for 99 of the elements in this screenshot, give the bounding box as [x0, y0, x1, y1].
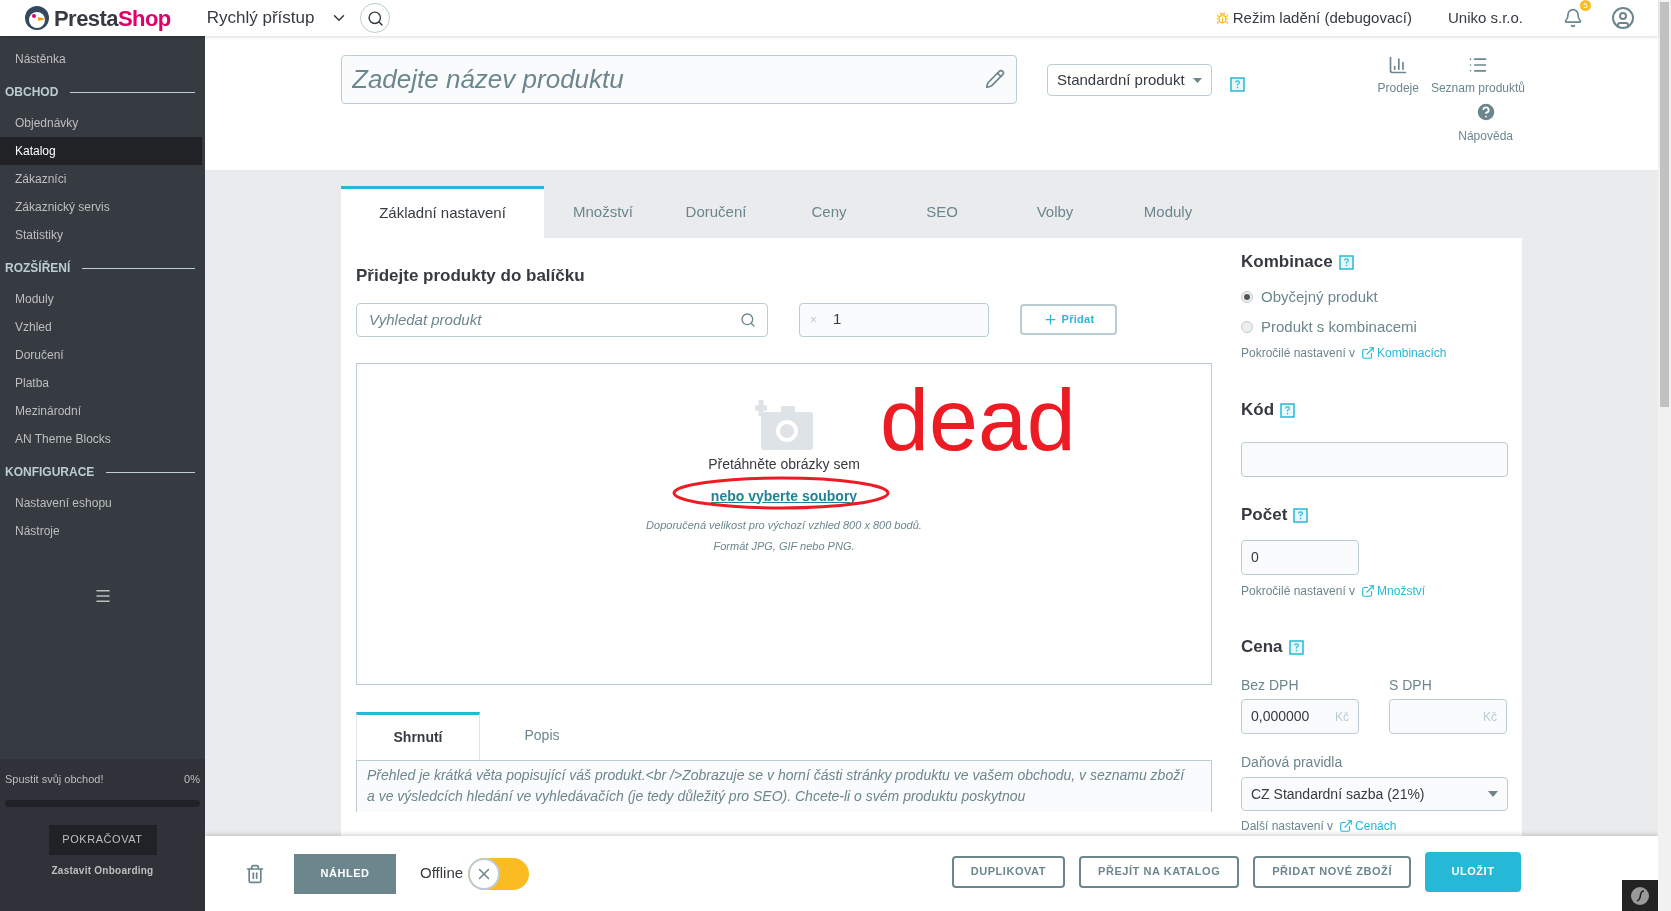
header-action[interactable]: Prodeje: [1377, 55, 1419, 97]
puffin-logo-icon: [24, 5, 50, 31]
progress-percent: 0%: [184, 772, 200, 787]
search-icon: [740, 311, 756, 328]
section-heading: KONFIGURACE: [5, 464, 95, 481]
caret-icon: [1193, 77, 1202, 83]
hint-text: Pokročilé nastavení v: [1241, 345, 1356, 362]
external-link-icon: [1339, 819, 1354, 833]
external-link-icon: [1361, 346, 1376, 360]
sidebar-item[interactable]: Objednávky: [0, 109, 205, 137]
product-name-field[interactable]: Zadejte název produktu: [341, 55, 1017, 104]
outline-button[interactable]: DUPLIKOVAT: [951, 855, 1066, 888]
tab[interactable]: Základní nastavení: [341, 186, 544, 238]
section-title: Kombinace: [1241, 251, 1333, 274]
external-link-icon: [1361, 584, 1376, 598]
sidebar-item[interactable]: Doručení: [0, 341, 205, 369]
pencil-icon[interactable]: [985, 69, 1005, 89]
sidebar-item[interactable]: Vzhled: [0, 313, 205, 341]
chart-icon: [1388, 55, 1409, 75]
product-search-field[interactable]: Vyhledat produkt: [356, 302, 768, 337]
tab[interactable]: Ceny: [775, 186, 883, 238]
sidebar-item[interactable]: Platba: [0, 369, 205, 397]
sidebar-item[interactable]: Statistiky: [0, 221, 205, 249]
field-label: Daňová pravidla: [1241, 753, 1344, 768]
trash-icon[interactable]: [245, 863, 265, 884]
tab[interactable]: Doručení: [662, 186, 770, 238]
menu-icon[interactable]: [93, 587, 112, 605]
symfony-logo-icon: [1630, 885, 1650, 906]
section-title: Cena: [1241, 636, 1283, 659]
sidebar-item[interactable]: AN Theme Blocks: [0, 425, 205, 453]
tax-rule-select[interactable]: CZ Standardní sazba (21%): [1241, 777, 1508, 811]
sidebar-item[interactable]: Nástroje: [0, 517, 205, 545]
pack-title: Přidejte produkty do balíčku: [356, 265, 586, 287]
quick-access-label[interactable]: Rychlý přístup: [206, 5, 315, 31]
annotation-text: dead: [880, 375, 1076, 464]
field-label: S DPH: [1389, 676, 1433, 691]
tab[interactable]: Množství: [549, 186, 657, 238]
radio-label: Produkt s kombinacemi: [1261, 316, 1417, 337]
section-heading: OBCHOD: [5, 84, 59, 101]
radio-label: Obyčejný produkt: [1261, 286, 1378, 307]
plus-icon: [1042, 312, 1058, 327]
header-action[interactable]: Seznam produktů: [1430, 55, 1525, 97]
add-photo-icon: [755, 399, 813, 452]
sidebar-item[interactable]: Nástěnka: [0, 45, 205, 73]
help-icon: [1474, 101, 1497, 123]
field-label: Bez DPH: [1241, 676, 1300, 691]
hint-text: Pokročilé nastavení v: [1241, 583, 1356, 600]
header-action[interactable]: Nápověda: [1458, 101, 1513, 145]
section-heading: ROZŠÍŘENÍ: [5, 259, 71, 277]
drag-text: Přetáhněte obrázky sem: [708, 454, 860, 474]
summary-textarea[interactable]: Přehled je krátká věta popisující váš produkt.<br />Zobrazuje se v horní části stránky produktu ve vašem obchodu, v seznamu zboží a ve výsledcích hledání ve vyhledávačích (je tedy důležitý pro SEO). Chcete-li o svém produktu poskytnou: [356, 759, 1212, 812]
caret-icon: [1488, 791, 1498, 797]
bug-icon: [1215, 11, 1229, 25]
quantity-field[interactable]: × 1: [799, 302, 989, 337]
radio-button[interactable]: [1241, 291, 1253, 303]
sidebar-item[interactable]: Moduly: [0, 285, 205, 313]
status-label: Offline: [420, 863, 464, 884]
price-field[interactable]: 0,000000 Kč: [1241, 699, 1359, 734]
continue-button[interactable]: POKRAČOVAT: [48, 824, 157, 855]
sidebar-item[interactable]: Zákazníci: [0, 165, 205, 193]
shop-name[interactable]: Uniko s.r.o.: [1447, 6, 1523, 30]
hint-text: Další nastavení v: [1241, 818, 1334, 835]
onboarding-label: Spustit svůj obchod!: [5, 772, 104, 787]
sidebar-item[interactable]: Mezinárodní: [0, 397, 205, 425]
sidebar-item[interactable]: Katalog: [0, 137, 202, 165]
online-toggle[interactable]: [468, 857, 530, 890]
logo-text: PrestaShop: [54, 4, 171, 33]
help-icon[interactable]: [1230, 77, 1245, 93]
sidebar-item[interactable]: Nastavení eshopu: [0, 489, 205, 517]
section-title: Kód: [1241, 399, 1275, 422]
code-field[interactable]: [1241, 442, 1508, 477]
notification-count: 5: [1580, 0, 1591, 11]
help-icon[interactable]: [1288, 639, 1304, 655]
tab[interactable]: Popis: [480, 711, 604, 760]
list-icon: [1467, 55, 1488, 75]
stop-onboarding-link[interactable]: Zastavit Onboarding: [51, 862, 154, 878]
symfony-toolbar-button[interactable]: [1622, 880, 1658, 911]
format-hint: Formát JPG, GIF nebo PNG.: [713, 539, 855, 554]
preview-button[interactable]: NÁHLED: [294, 853, 396, 894]
tab[interactable]: Moduly: [1114, 186, 1222, 238]
sidebar-item[interactable]: Zákaznický servis: [0, 193, 205, 221]
search-icon: [366, 9, 384, 27]
outline-button[interactable]: PŘEJÍT NA KATALOG: [1079, 855, 1240, 888]
help-icon[interactable]: [1280, 402, 1296, 418]
size-hint: Doporučená velikost pro výchozí vzhled 800 x 800 bodů.: [646, 517, 922, 533]
scrollbar[interactable]: [1658, 0, 1671, 911]
outline-button[interactable]: PŘIDAT NOVÉ ZBOŽÍ: [1253, 855, 1411, 888]
bell-icon[interactable]: [1563, 8, 1583, 28]
tab[interactable]: SEO: [888, 186, 996, 238]
user-icon[interactable]: [1611, 6, 1635, 30]
help-icon[interactable]: [1338, 254, 1354, 270]
tab[interactable]: Volby: [1001, 186, 1109, 238]
debug-mode-label: Režim ladění (debugovací): [1232, 7, 1412, 28]
quantity-input[interactable]: 0: [1241, 540, 1359, 575]
help-icon[interactable]: [1293, 507, 1309, 523]
image-dropzone[interactable]: Přetáhněte obrázky sem nebo vyberte soubory Doporučená velikost pro výchozí vzhled 800 x 800 bodů. Formát JPG, GIF nebo PNG. dead: [356, 362, 1212, 685]
product-type-select[interactable]: Standardní produkt: [1047, 64, 1212, 96]
section-title: Počet: [1241, 504, 1288, 527]
radio-button[interactable]: [1241, 321, 1253, 333]
